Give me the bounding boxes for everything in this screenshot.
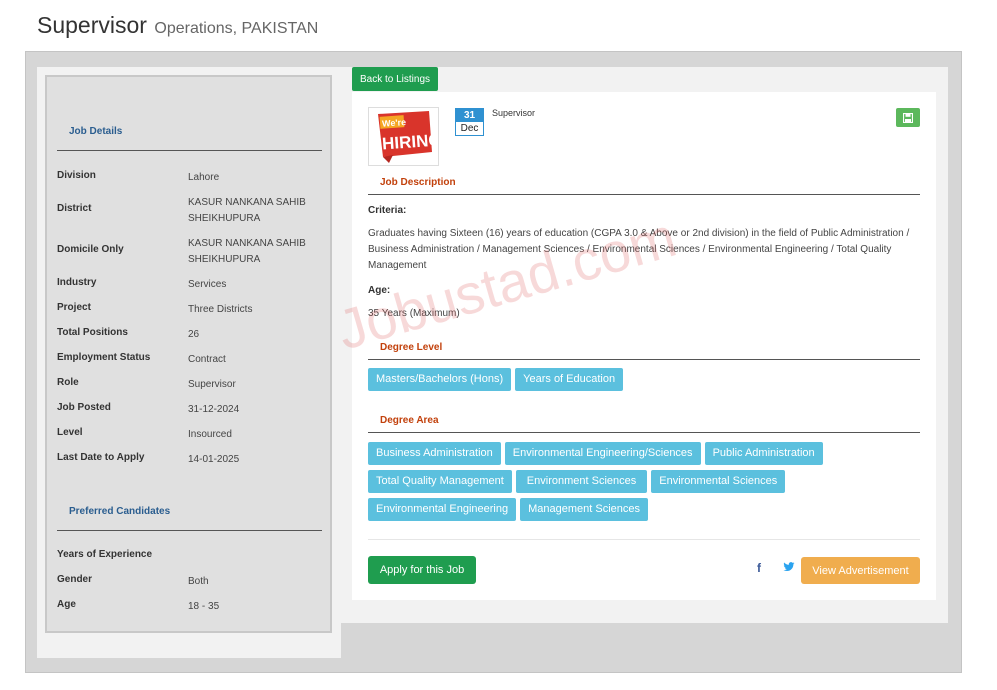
floppy-disk-icon [903, 112, 913, 123]
detail-label: Job Posted [57, 402, 111, 413]
detail-label: Division [57, 170, 96, 181]
twitter-icon[interactable] [783, 561, 795, 573]
detail-value: 26 [188, 329, 200, 340]
criteria-label: Criteria: [368, 205, 407, 216]
degree-level-chips: Masters/Bachelors (Hons) Years of Educat… [368, 368, 928, 391]
degree-area-chip: Environmental Sciences [651, 470, 786, 493]
apply-button[interactable]: Apply for this Job [368, 556, 476, 584]
section-divider [57, 150, 322, 151]
detail-label: Industry [57, 277, 97, 288]
degree-area-chip: Public Administration [704, 442, 823, 465]
degree-level-chip: Years of Education [515, 368, 624, 391]
detail-label: Role [57, 377, 79, 388]
detail-value: Lahore [188, 172, 220, 183]
detail-value: KASUR NANKANA SAHIB SHEIKHUPURA [188, 197, 306, 224]
criteria-text: Graduates having Sixteen (16) years of e… [368, 228, 910, 271]
date-month: Dec [460, 123, 479, 134]
detail-value: Insourced [188, 429, 232, 440]
degree-area-chip: Environmental Engineering/Sciences [504, 442, 701, 465]
detail-label: Gender [57, 574, 93, 585]
degree-level-chip: Masters/Bachelors (Hons) [368, 368, 512, 391]
logo-text-top: We're [382, 117, 407, 129]
save-button[interactable] [896, 108, 920, 127]
degree-area-chips: Business Administration Environmental En… [368, 442, 928, 521]
section-divider [368, 194, 920, 195]
detail-value: KASUR NANKANA SAHIB SHEIKHUPURA [188, 238, 306, 265]
detail-label: Domicile Only [57, 244, 124, 255]
logo-text-main: HIRING [381, 130, 438, 153]
detail-label: Total Positions [57, 327, 128, 338]
page-header: Supervisor Operations, PAKISTAN [37, 12, 318, 39]
degree-area-chip: Business Administration [368, 442, 501, 465]
degree-area-chip: Total Quality Management [368, 470, 512, 493]
detail-value: Supervisor [188, 379, 236, 390]
job-card-title: Supervisor [492, 108, 536, 118]
degree-area-chip: Management Sciences [520, 498, 648, 521]
section-divider [368, 432, 920, 433]
detail-label: Years of Experience [57, 549, 153, 560]
posted-date-badge: 31 Dec [455, 108, 484, 136]
detail-label: Last Date to Apply [57, 452, 145, 463]
hiring-logo: We're HIRING [368, 107, 442, 166]
detail-value: 31-12-2024 [188, 404, 240, 415]
date-day: 31 [456, 109, 483, 122]
job-details-sidebar: Job Details Division Lahore District KAS… [45, 75, 332, 633]
facebook-icon[interactable]: f [757, 561, 761, 575]
degree-area-chip: Environment Sciences [515, 470, 648, 493]
job-description-heading: Job Description [380, 177, 456, 188]
age-text: 35 Years (Maximum) [368, 308, 460, 319]
detail-label: Level [57, 427, 83, 438]
detail-value: Contract [188, 354, 226, 365]
page-title: Supervisor [37, 12, 147, 38]
detail-value: 14-01-2025 [188, 454, 240, 465]
detail-label: District [57, 203, 92, 214]
page-subtitle: Operations, PAKISTAN [154, 20, 319, 37]
age-label: Age: [368, 285, 391, 296]
detail-value: Three Districts [188, 304, 253, 315]
section-divider [368, 359, 920, 360]
back-to-listings-button[interactable]: Back to Listings [352, 67, 438, 91]
detail-label: Age [57, 599, 76, 610]
detail-value: Services [188, 279, 227, 290]
section-divider [57, 530, 322, 531]
degree-area-heading: Degree Area [380, 415, 439, 426]
degree-level-section: Degree Level [368, 342, 920, 360]
actions-divider [368, 539, 920, 540]
view-advertisement-button[interactable]: View Advertisement [801, 557, 920, 584]
job-description-section: Job Description [368, 177, 920, 195]
detail-value: 18 - 35 [188, 601, 220, 612]
job-details-heading: Job Details [69, 126, 123, 137]
detail-label: Employment Status [57, 352, 151, 363]
degree-level-heading: Degree Level [380, 342, 443, 353]
detail-label: Project [57, 302, 91, 313]
degree-area-section: Degree Area [368, 415, 920, 433]
preferred-candidates-heading: Preferred Candidates [69, 506, 171, 517]
detail-value: Both [188, 576, 209, 587]
degree-area-chip: Environmental Engineering [368, 498, 517, 521]
